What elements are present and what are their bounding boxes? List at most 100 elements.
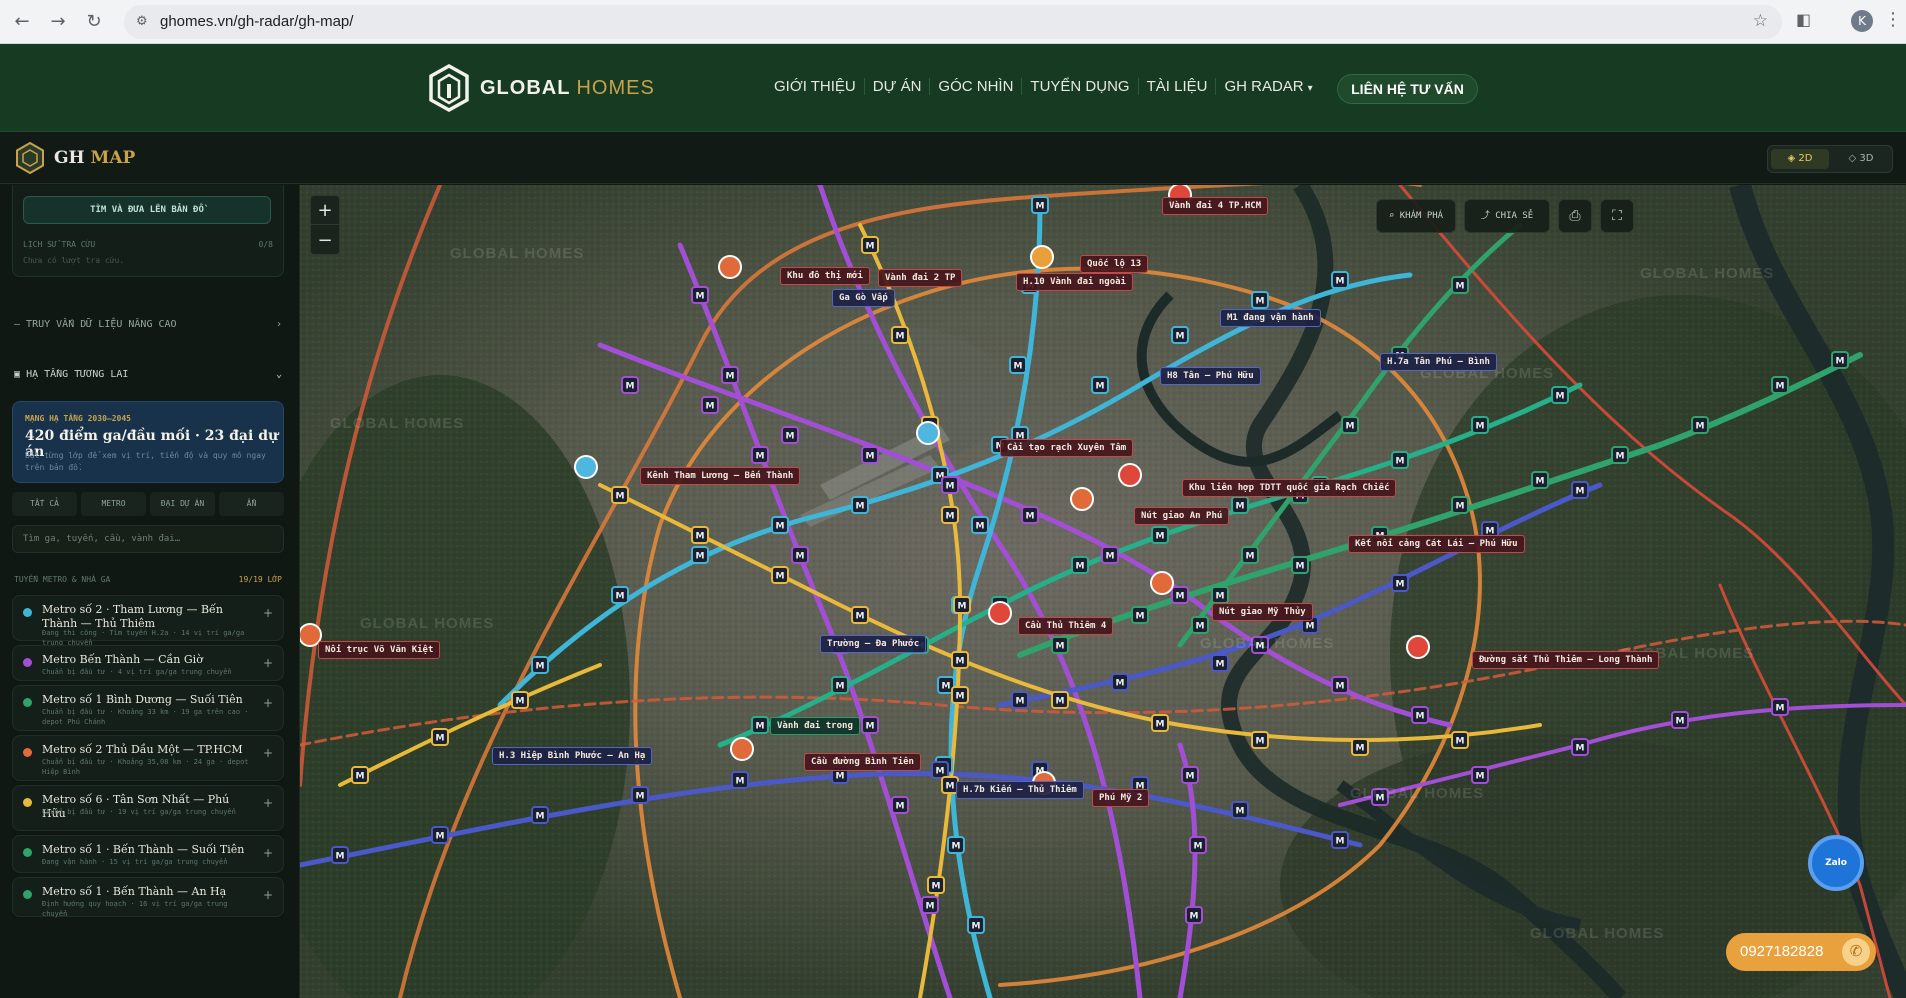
route-toggle-icon[interactable]: + <box>263 656 273 670</box>
route-item[interactable]: Metro số 2 · Tham Lương — Bến Thành — Th… <box>12 595 284 647</box>
nav-goc-nhin[interactable]: GÓC NHÌN <box>929 78 1021 95</box>
map-label[interactable]: Ga Gò Vấp <box>832 289 895 307</box>
route-item[interactable]: Metro số 6 · Tân Sơn Nhất — Phú Hữu Chuẩn… <box>12 785 284 831</box>
poi-marker[interactable] <box>1070 487 1094 511</box>
map-label[interactable]: Nút giao An Phú <box>1134 507 1230 525</box>
nav-gioi-thieu[interactable]: GIỚI THIỆU <box>774 78 864 95</box>
brand-logo[interactable]: GLOBAL HOMES <box>428 64 655 112</box>
map-label[interactable]: Quốc lộ 13 <box>1080 255 1149 273</box>
route-name: Metro Bến Thành — Cần Giờ <box>42 653 203 666</box>
address-text[interactable]: ghomes.vn/gh-radar/gh-map/ <box>160 13 353 30</box>
map-label[interactable]: Kênh Tham Lương — Bến Thành <box>640 467 801 485</box>
poi-marker[interactable] <box>916 421 940 445</box>
zoom-in-button[interactable]: + <box>311 196 339 225</box>
nav-tai-lieu[interactable]: TÀI LIỆU <box>1137 78 1216 95</box>
hotline-button[interactable]: 0927182828 ✆ <box>1726 933 1876 971</box>
nav-gh-radar-label: GH RADAR <box>1224 78 1304 95</box>
poi-marker[interactable] <box>1030 245 1054 269</box>
brand-word-global: GLOBAL <box>480 76 571 99</box>
filter-major-projects[interactable]: ĐẠI DỰ ÁN <box>150 492 215 516</box>
search-card: TÌM VÀ ĐƯA LÊN BẢN ĐỒ LỊCH SỬ TRA CỨU 0/… <box>12 185 284 277</box>
route-toggle-icon[interactable]: + <box>263 846 273 860</box>
map-label[interactable]: Khu liên hợp TDTT quốc gia Rạch Chiếc <box>1182 479 1397 497</box>
map-label[interactable]: H.7b Kiến — Thủ Thiêm <box>956 781 1084 799</box>
filter-metro[interactable]: METRO <box>81 492 146 516</box>
station-glyph: M <box>1196 622 1205 632</box>
station-glyph: M <box>972 922 981 932</box>
poi-marker[interactable] <box>1118 463 1142 487</box>
nav-du-an[interactable]: DỰ ÁN <box>863 78 930 95</box>
map-canvas[interactable]: M M M M M M M M M M M M M M M M M M M M M M M M M M M M M M M M M M M M M M M M… <box>300 185 1906 998</box>
route-item[interactable]: Metro Bến Thành — Cần Giờ Chuẩn bị đầu tư… <box>12 645 284 681</box>
station-glyph: M <box>1576 744 1585 754</box>
poi-marker[interactable] <box>988 601 1012 625</box>
route-toggle-icon[interactable]: + <box>263 696 273 710</box>
map-label[interactable]: Kết nối cảng Cát Lái — Phú Hữu <box>1348 535 1525 553</box>
watermark: GLOBAL HOMES <box>1200 635 1335 652</box>
contact-button[interactable]: LIÊN HỆ TƯ VẤN <box>1337 74 1478 104</box>
route-item[interactable]: Metro số 2 Thủ Dầu Một — TP.HCM Chuẩn bị … <box>12 735 284 781</box>
map-label[interactable]: Cải tạo rạch Xuyên Tâm <box>1000 439 1134 457</box>
forward-icon[interactable]: → <box>46 10 70 34</box>
station-glyph: M <box>756 452 765 462</box>
map-label[interactable]: Phú Mỹ 2 <box>1092 789 1150 807</box>
map-label[interactable]: H.7a Tân Phú — Bình <box>1380 353 1497 371</box>
route-toggle-icon[interactable]: + <box>263 606 273 620</box>
print-button[interactable]: ⎙ <box>1558 199 1592 233</box>
view-2d-button[interactable]: ◈ 2D <box>1771 149 1829 169</box>
explore-label: KHÁM PHÁ <box>1399 211 1444 221</box>
route-toggle-icon[interactable]: + <box>263 888 273 902</box>
poi-marker[interactable] <box>574 455 598 479</box>
extensions-icon[interactable]: ◧ <box>1796 10 1811 29</box>
map-label[interactable]: H.10 Vành đai ngoài <box>1016 273 1133 291</box>
address-bar[interactable]: ⚙ ghomes.vn/gh-radar/gh-map/ ☆ <box>124 5 1782 39</box>
route-item[interactable]: Metro số 1 · Bến Thành — An Hạ Định hướng… <box>12 877 284 918</box>
find-on-map-button[interactable]: TÌM VÀ ĐƯA LÊN BẢN ĐỒ <box>23 196 271 224</box>
map-label[interactable]: Vành đai trong <box>770 717 860 735</box>
profile-avatar[interactable]: K <box>1851 10 1873 32</box>
filter-hide[interactable]: ẨN <box>219 492 284 516</box>
reload-icon[interactable]: ↻ <box>82 10 106 34</box>
poi-marker[interactable] <box>718 255 742 279</box>
route-item[interactable]: Metro số 1 Bình Dương — Suối Tiên Chuẩn b… <box>12 685 284 731</box>
map-label[interactable]: Cầu Thủ Thiêm 4 <box>1018 617 1114 635</box>
map-label[interactable]: Nút giao Mỹ Thủy <box>1212 603 1313 621</box>
poi-marker[interactable] <box>730 737 754 761</box>
future-infra-row[interactable]: ▣ HẠ TẦNG TƯƠNG LAI ⌄ <box>14 369 282 380</box>
nav-gh-radar[interactable]: GH RADAR ▾ <box>1215 78 1320 95</box>
map-label[interactable]: M1 đang vận hành <box>1220 309 1321 327</box>
station-glyph: M <box>1156 532 1165 542</box>
route-item[interactable]: Metro số 1 · Bến Thành — Suối Tiên Đang v… <box>12 835 284 873</box>
share-button[interactable]: ⤴ CHIA SẺ <box>1464 199 1550 233</box>
poi-marker[interactable] <box>1406 635 1430 659</box>
advanced-query-row[interactable]: – TRUY VẤN DỮ LIỆU NÂNG CAO › <box>14 319 282 330</box>
station-glyph: M <box>896 332 905 342</box>
route-toggle-icon[interactable]: + <box>263 746 273 760</box>
view-3d-button[interactable]: ◇ 3D <box>1832 149 1890 169</box>
station-glyph: M <box>1256 297 1265 307</box>
map-label[interactable]: H8 Tân — Phú Hữu <box>1160 367 1261 385</box>
route-color-dot <box>23 698 32 707</box>
filter-all[interactable]: TẤT CẢ <box>12 492 77 516</box>
map-label[interactable]: Đường sắt Thủ Thiêm — Long Thành <box>1472 651 1660 669</box>
layer-search-input[interactable]: Tìm ga, tuyến, cầu, vành đai… <box>12 525 284 553</box>
map-label[interactable]: Cầu đường Bình Tiên <box>804 753 921 771</box>
map-label[interactable]: Trường — Đa Phước <box>820 635 927 653</box>
zoom-out-button[interactable]: − <box>311 226 339 255</box>
back-icon[interactable]: ← <box>10 10 34 34</box>
bookmark-star-icon[interactable]: ☆ <box>1753 11 1768 31</box>
zalo-chat-button[interactable]: Zalo <box>1808 835 1864 891</box>
route-color-dot <box>23 608 32 617</box>
poi-marker[interactable] <box>1150 571 1174 595</box>
map-label[interactable]: Vành đai 4 TP.HCM <box>1162 197 1269 215</box>
map-label[interactable]: Khu đô thị mới <box>780 267 870 285</box>
map-label[interactable]: Vành đai 2 TP <box>878 269 963 287</box>
map-label[interactable]: Nối trục Võ Văn Kiệt <box>318 641 441 659</box>
browser-menu-icon[interactable]: ⋮ <box>1884 9 1902 30</box>
site-info-icon[interactable]: ⚙ <box>136 14 152 30</box>
fullscreen-button[interactable]: ⛶ <box>1600 199 1634 233</box>
nav-tuyen-dung[interactable]: TUYỂN DỤNG <box>1021 78 1137 95</box>
explore-button[interactable]: ⌕ KHÁM PHÁ <box>1376 199 1456 233</box>
map-label[interactable]: H.3 Hiệp Bình Phước — An Hạ <box>492 747 653 765</box>
route-toggle-icon[interactable]: + <box>263 796 273 810</box>
